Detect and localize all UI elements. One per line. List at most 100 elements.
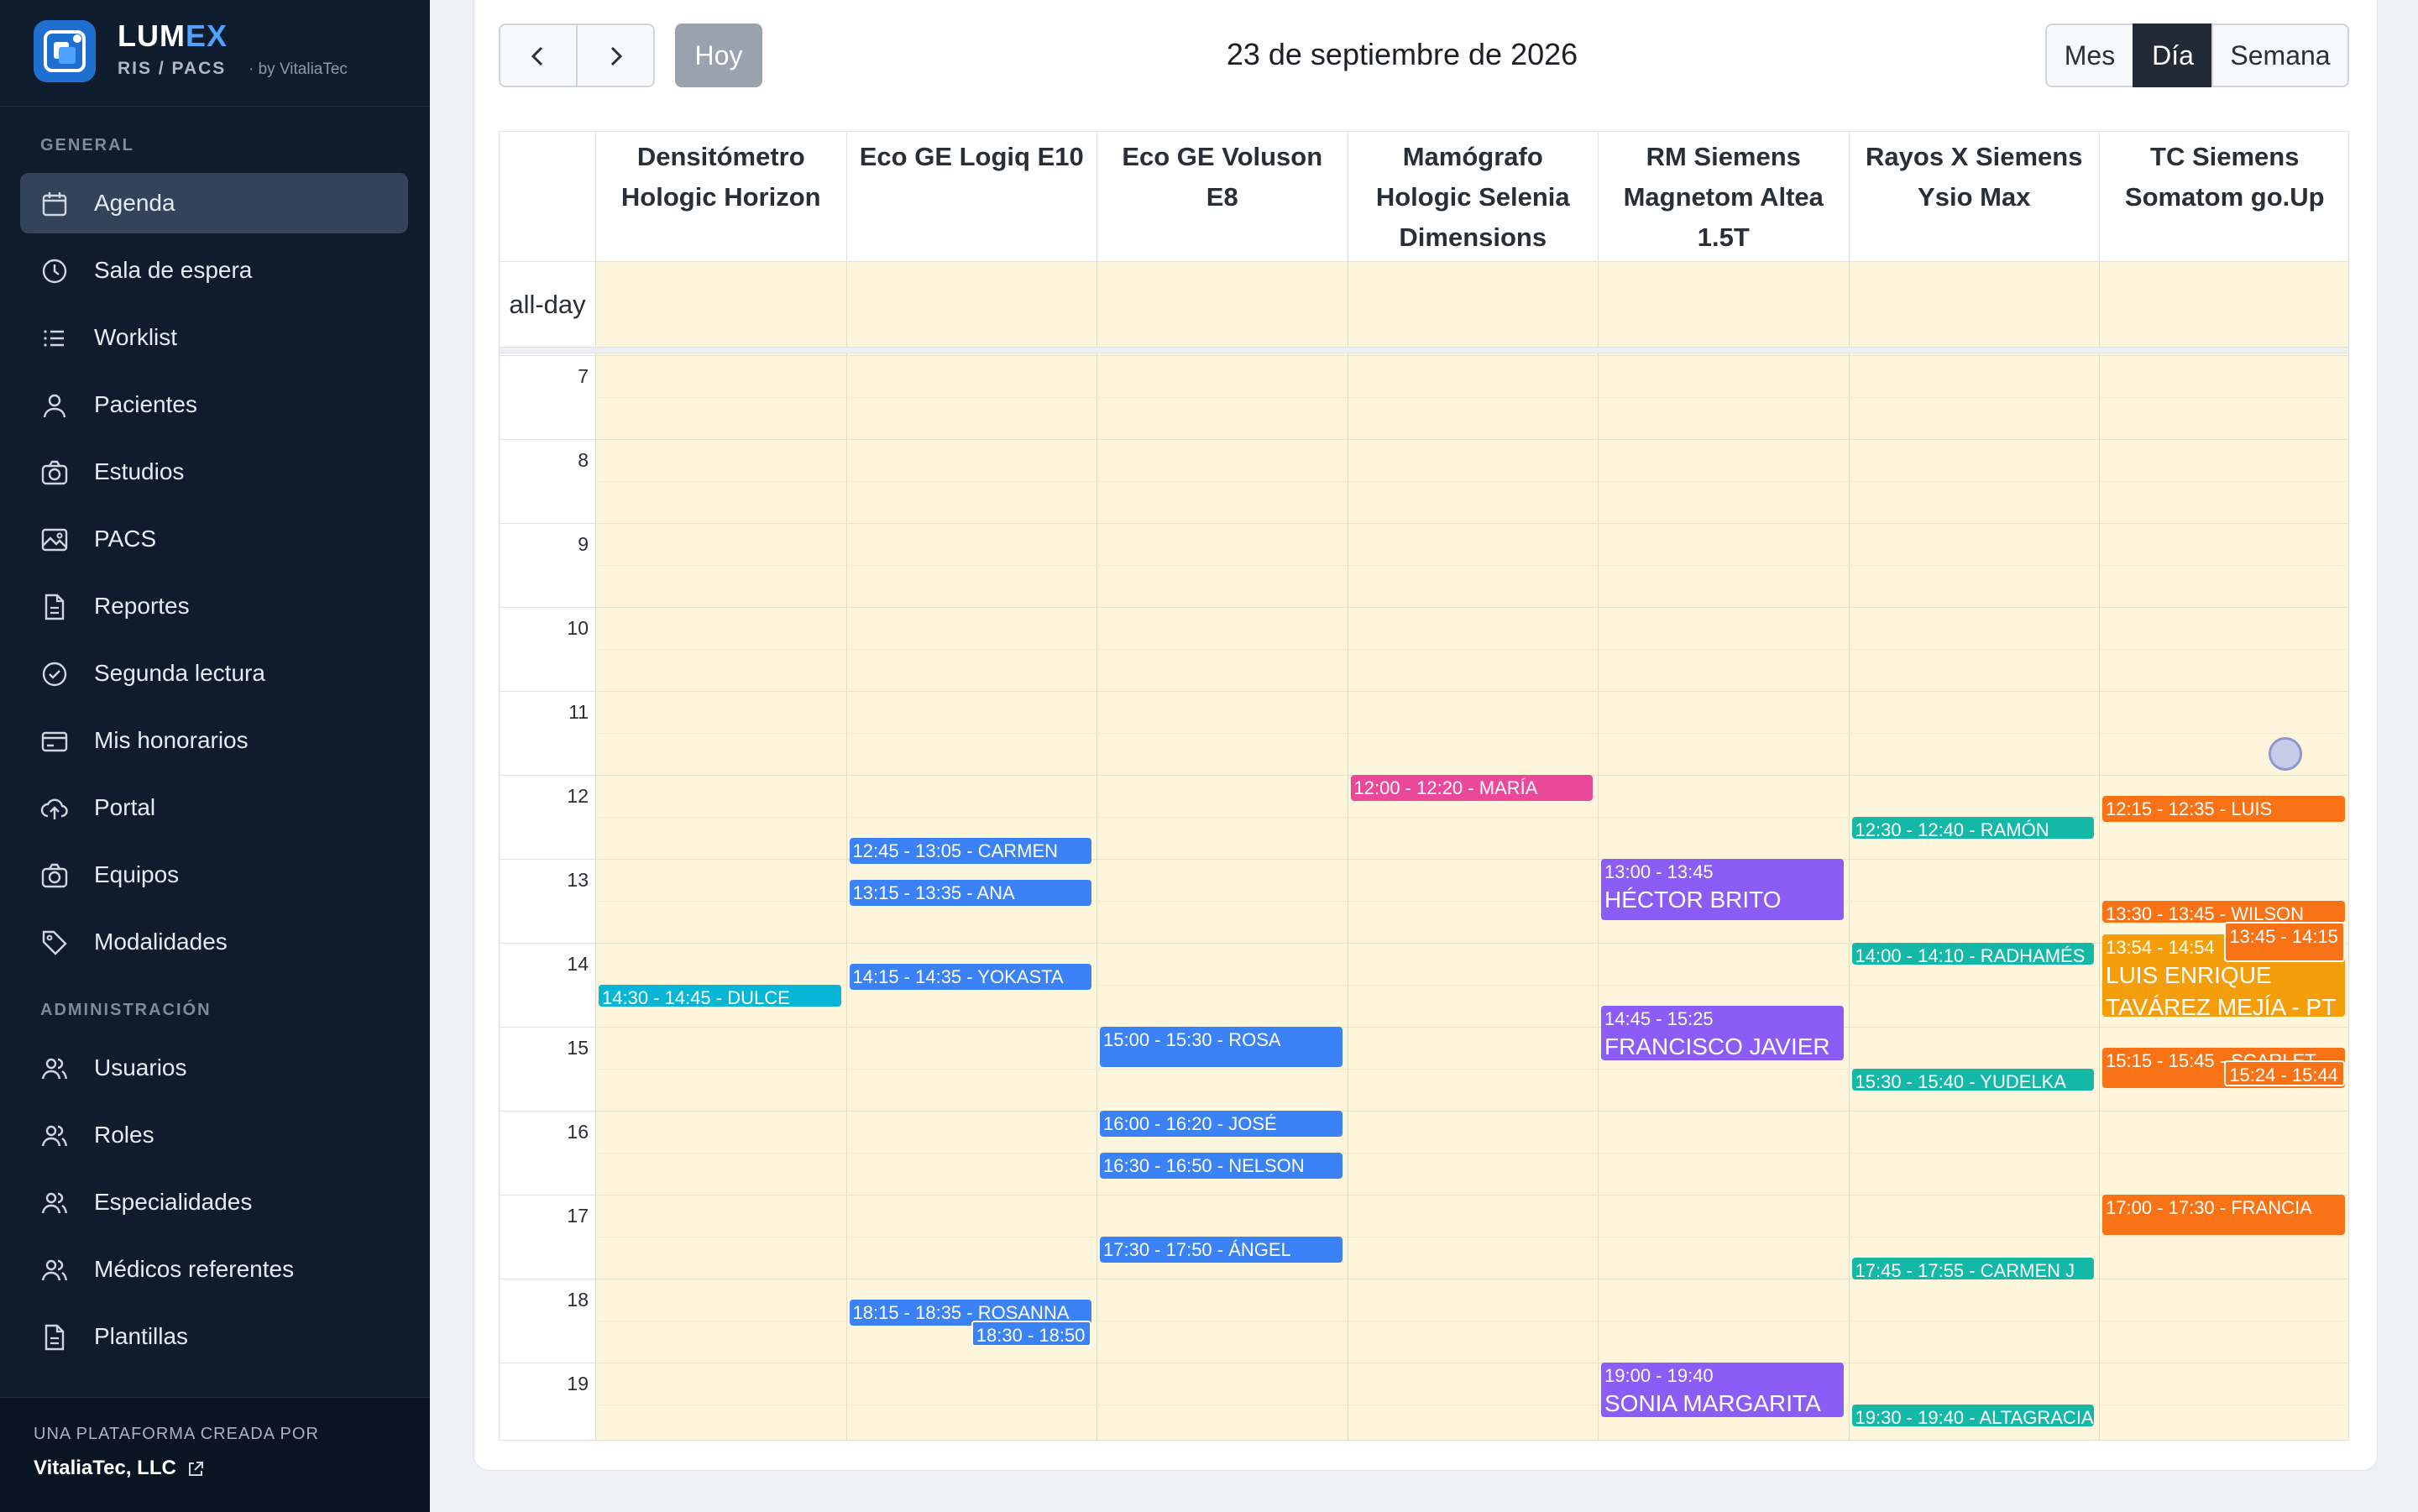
cloud-upload-icon (40, 798, 68, 819)
appointment-event[interactable]: 17:45 - 17:55 - CARMEN J (1851, 1258, 2094, 1279)
appointment-event[interactable]: 14:45 - 15:25 FRANCISCO JAVIER (1601, 1006, 1844, 1060)
prev-button[interactable] (499, 24, 578, 87)
event-patient-name: SONIA MARGARITA (1604, 1390, 1821, 1416)
resource-header-line: Eco GE Voluson (1122, 142, 1323, 171)
section-admin: ADMINISTRACIÓN (40, 1001, 212, 1019)
image-icon (41, 528, 68, 552)
sidebar-item-label: PACS (94, 526, 157, 552)
hour-label: 19 (567, 1373, 589, 1394)
hour-label: 15 (567, 1037, 589, 1059)
event-time-label: 15:24 - 15:44 (2229, 1065, 2338, 1086)
appointment-event[interactable]: 16:00 - 16:20 - JOSÉ (1100, 1111, 1342, 1138)
appointment-event[interactable]: 17:30 - 17:50 - ÁNGEL (1100, 1237, 1342, 1263)
footer-company-link[interactable]: VitaliaTec, LLC (34, 1457, 176, 1480)
sidebar-item-label: Usuarios (94, 1054, 187, 1080)
appointment-event[interactable]: 15:24 - 15:44 (2224, 1060, 2345, 1087)
appointment-event[interactable]: 12:00 - 12:20 - MARÍA (1350, 775, 1593, 802)
sidebar-item-portal[interactable]: Portal (20, 777, 408, 838)
time-column[interactable] (1096, 353, 1348, 1440)
brand-name: LUMEX (118, 18, 228, 53)
half-hour-line (595, 649, 2348, 650)
next-button[interactable] (576, 24, 655, 87)
allday-divider (500, 347, 2348, 353)
appointment-event[interactable]: 13:45 - 14:15 (2224, 922, 2345, 962)
appointment-event[interactable]: 14:30 - 14:45 - DULCE (599, 985, 841, 1007)
appointment-event[interactable]: 15:00 - 15:30 - ROSA (1100, 1027, 1342, 1067)
resource-day-grid: all-day Densitómetro Hologic Horizon Eco G… (499, 131, 2349, 1441)
half-hour-line (595, 1153, 2348, 1154)
allday-cell[interactable] (1848, 261, 2099, 347)
event-patient-name: FRANCISCO JAVIER (1604, 1033, 1830, 1059)
appointment-event[interactable]: 19:00 - 19:40 SONIA MARGARITA (1601, 1363, 1844, 1417)
sidebar-item-equipos[interactable]: Equipos (20, 845, 408, 905)
lumex-logo[interactable] (34, 20, 96, 82)
brand-by: · by VitaliaTec (249, 60, 348, 78)
sidebar-item-mis-honorarios[interactable]: Mis honorarios (20, 710, 408, 771)
appointment-event[interactable]: 12:30 - 12:40 - RAMÓN (1851, 817, 2094, 839)
time-column[interactable] (2099, 353, 2348, 1440)
allday-cell[interactable] (2099, 261, 2348, 347)
appointment-event[interactable]: 12:45 - 13:05 - CARMEN (849, 838, 1091, 865)
users-icon (41, 1259, 68, 1281)
appointment-event[interactable]: 19:30 - 19:40 - ALTAGRACIA (1851, 1405, 2094, 1426)
sidebar-item-plantillas[interactable]: Plantillas (20, 1306, 408, 1367)
sidebar-item-pacs[interactable]: PACS (20, 509, 408, 569)
sidebar-item-especialidades[interactable]: Especialidades (20, 1172, 408, 1232)
sidebar-item-segunda-lectura[interactable]: Segunda lectura (20, 643, 408, 704)
resource-header-line: RM Siemens (1646, 142, 1801, 171)
half-hour-line (595, 397, 2348, 398)
external-link-icon[interactable] (186, 1460, 205, 1478)
event-time-label: 13:45 - 14:15 (2229, 926, 2338, 947)
appointment-event[interactable]: 15:30 - 15:40 - YUDELKA (1851, 1069, 2094, 1091)
appointment-event[interactable]: 18:30 - 18:50 (971, 1321, 1091, 1347)
users-icon (41, 1125, 68, 1147)
time-column[interactable] (1347, 353, 1598, 1440)
sidebar-item-label: Especialidades (94, 1189, 253, 1215)
sidebar-item-label: Agenda (94, 190, 175, 216)
today-button[interactable]: Hoy (675, 24, 762, 87)
appointment-event[interactable]: 14:00 - 14:10 - RADHAMÉS (1851, 943, 2094, 965)
sidebar-item-agenda[interactable]: Agenda (20, 173, 408, 233)
sidebar-item-reportes[interactable]: Reportes (20, 576, 408, 636)
tag-icon (42, 930, 67, 955)
sidebar-item-modalidades[interactable]: Modalidades (20, 912, 408, 972)
sidebar-item-roles[interactable]: Roles (20, 1105, 408, 1165)
view-month-button[interactable]: Mes (2045, 24, 2134, 87)
appointment-event[interactable]: 13:00 - 13:45 HÉCTOR BRITO (1601, 859, 1844, 920)
brand-header: LUMEX RIS / PACS · by VitaliaTec (0, 0, 430, 107)
allday-cell[interactable] (845, 261, 1096, 347)
document-icon (44, 1324, 65, 1351)
event-time-label: 17:45 - 17:55 - CARMEN J (1855, 1260, 2075, 1279)
credit-card-icon (41, 731, 68, 752)
sidebar-item-usuarios[interactable]: Usuarios (20, 1038, 408, 1098)
sidebar-item-worklist[interactable]: Worklist (20, 307, 408, 368)
document-icon (44, 594, 65, 620)
appointment-event[interactable]: 13:30 - 13:45 - WILSON (2102, 901, 2345, 923)
appointment-event[interactable]: 16:30 - 16:50 - NELSON (1100, 1153, 1342, 1180)
appointment-event[interactable]: 17:00 - 17:30 - FRANCIA (2102, 1195, 2345, 1235)
view-week-button[interactable]: Semana (2211, 24, 2349, 87)
resource-header-line: Mamógrafo (1402, 142, 1543, 171)
resource-header-line: Eco GE Logiq E10 (859, 142, 1084, 171)
sidebar-item-medicos-referentes[interactable]: Médicos referentes (20, 1239, 408, 1300)
hour-label: 9 (578, 533, 589, 555)
sidebar-item-label: Portal (94, 794, 156, 820)
sidebar-item-pacientes[interactable]: Pacientes (20, 374, 408, 435)
event-time-label: 17:30 - 17:50 - ÁNGEL (1103, 1239, 1291, 1260)
sidebar: LUMEX RIS / PACS · by VitaliaTec GENERAL… (0, 0, 430, 1512)
hour-line (500, 355, 2348, 356)
allday-cell[interactable] (1347, 261, 1598, 347)
appointment-event[interactable]: 14:15 - 14:35 - YOKASTA (849, 964, 1091, 991)
sidebar-item-estudios[interactable]: Estudios (20, 442, 408, 502)
sidebar-item-label: Roles (94, 1122, 154, 1148)
appointment-event[interactable]: 13:15 - 13:35 - ANA (849, 880, 1091, 907)
camera-icon (41, 863, 68, 888)
view-day-button[interactable]: Día (2133, 24, 2213, 87)
allday-cell[interactable] (1096, 261, 1348, 347)
time-column[interactable] (595, 353, 846, 1440)
user-icon (43, 394, 66, 418)
allday-cell[interactable] (595, 261, 846, 347)
sidebar-item-sala-de-espera[interactable]: Sala de espera (20, 240, 408, 301)
appointment-event[interactable]: 12:15 - 12:35 - LUIS (2102, 796, 2345, 823)
allday-cell[interactable] (1598, 261, 1849, 347)
